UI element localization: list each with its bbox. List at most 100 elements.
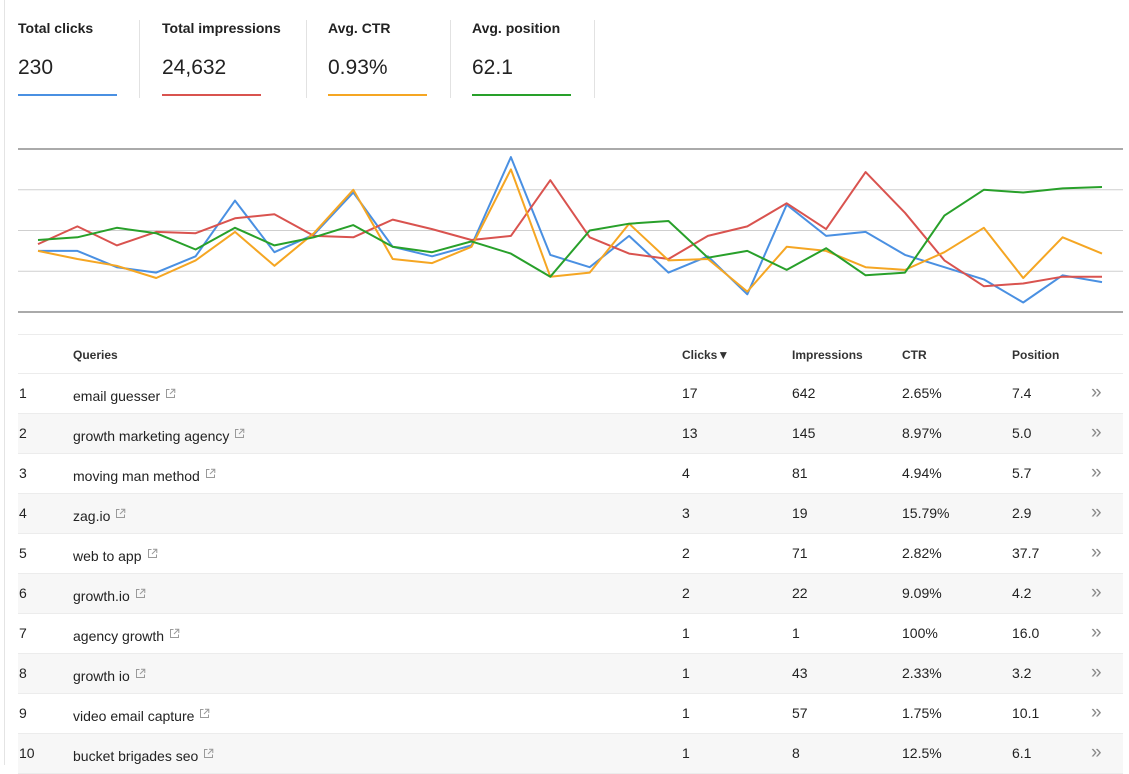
metric-label: Total clicks: [18, 20, 94, 36]
external-link-icon[interactable]: [169, 626, 180, 642]
header-ctr[interactable]: CTR: [902, 348, 927, 362]
table-row[interactable]: 10 bucket brigades seo 1 8 12.5% 6.1 »: [18, 734, 1123, 774]
header-clicks[interactable]: Clicks▼: [682, 348, 729, 362]
position-cell: 2.9: [1012, 505, 1032, 521]
metric-label: Avg. CTR: [328, 20, 391, 36]
table-row[interactable]: 1 email guesser 17 642 2.65% 7.4 »: [18, 374, 1123, 414]
double-chevron-right-icon[interactable]: »: [1091, 622, 1101, 644]
row-number: 7: [19, 625, 27, 641]
table-row[interactable]: 8 growth io 1 43 2.33% 3.2 »: [18, 654, 1123, 694]
external-link-icon[interactable]: [135, 586, 146, 602]
metric-total-clicks[interactable]: Total clicks 230: [18, 0, 118, 98]
external-link-icon[interactable]: [135, 666, 146, 682]
impressions-cell: 1: [792, 625, 800, 641]
clicks-cell: 1: [682, 745, 690, 761]
double-chevron-right-icon[interactable]: »: [1091, 542, 1101, 564]
ctr-cell: 4.94%: [902, 465, 942, 481]
query-text: growth.io: [73, 588, 130, 604]
position-cell: 16.0: [1012, 625, 1040, 641]
metric-divider: [594, 20, 595, 98]
metric-value: 24,632: [162, 56, 227, 79]
external-link-icon[interactable]: [234, 426, 245, 442]
header-impressions[interactable]: Impressions: [792, 348, 863, 362]
table-row[interactable]: 6 growth.io 2 22 9.09% 4.2»: [18, 574, 1123, 614]
position-cell: 3.2: [1012, 665, 1032, 681]
ctr-cell: 15.79%: [902, 505, 950, 521]
ctr-cell: 8.97%: [902, 425, 942, 441]
metric-color-bar: [18, 94, 117, 96]
query-cell: growth io: [73, 666, 146, 684]
external-link-icon[interactable]: [165, 386, 176, 402]
header-position[interactable]: Position: [1012, 348, 1059, 362]
double-chevron-right-icon[interactable]: »: [1091, 662, 1101, 684]
external-link-icon[interactable]: [147, 546, 158, 562]
metric-cards: Total clicks 230 Total impressions 24,63…: [0, 0, 1129, 110]
row-number: 10: [19, 745, 35, 761]
impressions-cell: 145: [792, 425, 816, 441]
row-number: 5: [19, 545, 27, 561]
clicks-cell: 13: [682, 425, 698, 441]
query-cell: web to app: [73, 546, 158, 564]
double-chevron-right-icon[interactable]: »: [1091, 702, 1101, 724]
query-cell: growth marketing agency: [73, 426, 245, 444]
series-line-clicks: [38, 156, 1103, 304]
double-chevron-right-icon[interactable]: »: [1091, 582, 1101, 604]
table-row[interactable]: 4 zag.io 3 19 15.79% 2.9 »: [18, 494, 1123, 534]
row-number: 3: [19, 465, 27, 481]
external-link-icon[interactable]: [115, 506, 126, 522]
performance-line-chart: [18, 148, 1123, 313]
position-cell: 10.1: [1012, 705, 1040, 721]
ctr-cell: 100%: [902, 625, 938, 641]
query-text: web to app: [73, 548, 142, 564]
query-text: agency growth: [73, 628, 165, 644]
ctr-cell: 2.33%: [902, 665, 942, 681]
table-row[interactable]: 5 web to app 2 71 2.82% 37.7 »: [18, 534, 1123, 574]
metric-avg-position[interactable]: Avg. position 62.1: [472, 0, 582, 98]
queries-table: Queries Clicks▼ Impressions CTR Position…: [18, 334, 1123, 774]
position-cell: 4.2: [1012, 585, 1032, 601]
external-link-icon[interactable]: [205, 466, 216, 482]
position-cell: 6.1: [1012, 745, 1032, 761]
impressions-cell: 71: [792, 545, 808, 561]
double-chevron-right-icon[interactable]: »: [1091, 742, 1101, 764]
table-row[interactable]: 9 video email capture 1 57 1.75% 10.1 »: [18, 694, 1123, 734]
metric-total-impressions[interactable]: Total impressions 24,632: [162, 0, 292, 98]
table-row[interactable]: 2 growth marketing agency 13 145 8.97% 5.0 »: [18, 414, 1123, 454]
header-queries[interactable]: Queries: [73, 348, 118, 362]
query-text: growth marketing agency: [73, 428, 230, 444]
impressions-cell: 22: [792, 585, 808, 601]
double-chevron-right-icon[interactable]: »: [1091, 462, 1101, 484]
query-text: growth io: [73, 668, 130, 684]
metric-divider: [306, 20, 307, 98]
metric-color-bar: [328, 94, 427, 96]
impressions-cell: 57: [792, 705, 808, 721]
metric-value: 0.93%: [328, 56, 388, 79]
ctr-cell: 1.75%: [902, 705, 942, 721]
table-row[interactable]: 3 moving man method 4 81 4.94% 5.7 »: [18, 454, 1123, 494]
series-line-impressions: [37, 171, 1102, 288]
query-cell: growth.io: [73, 586, 146, 604]
double-chevron-right-icon[interactable]: »: [1091, 502, 1101, 524]
metric-color-bar: [162, 94, 261, 96]
ctr-cell: 2.82%: [902, 545, 942, 561]
double-chevron-right-icon[interactable]: »: [1091, 422, 1101, 444]
metric-value: 62.1: [472, 56, 513, 79]
ctr-cell: 12.5%: [902, 745, 942, 761]
external-link-icon[interactable]: [203, 746, 214, 762]
query-cell: moving man method: [73, 466, 216, 484]
impressions-cell: 642: [792, 385, 816, 401]
ctr-cell: 9.09%: [902, 585, 942, 601]
metric-label: Total impressions: [162, 20, 281, 36]
query-cell: agency growth: [73, 626, 180, 644]
position-cell: 5.7: [1012, 465, 1032, 481]
query-text: moving man method: [73, 468, 200, 484]
row-number: 1: [19, 385, 27, 401]
external-link-icon[interactable]: [199, 706, 210, 722]
metric-avg-ctr[interactable]: Avg. CTR 0.93%: [328, 0, 438, 98]
table-body: 1 email guesser 17 642 2.65% 7.4» 2 growth mark…: [18, 374, 1123, 774]
clicks-cell: 2: [682, 585, 690, 601]
clicks-cell: 3: [682, 505, 690, 521]
table-row[interactable]: 7 agency growth 1 1 100% 16.0 »: [18, 614, 1123, 654]
ctr-cell: 2.65%: [902, 385, 942, 401]
double-chevron-right-icon[interactable]: »: [1091, 382, 1101, 404]
